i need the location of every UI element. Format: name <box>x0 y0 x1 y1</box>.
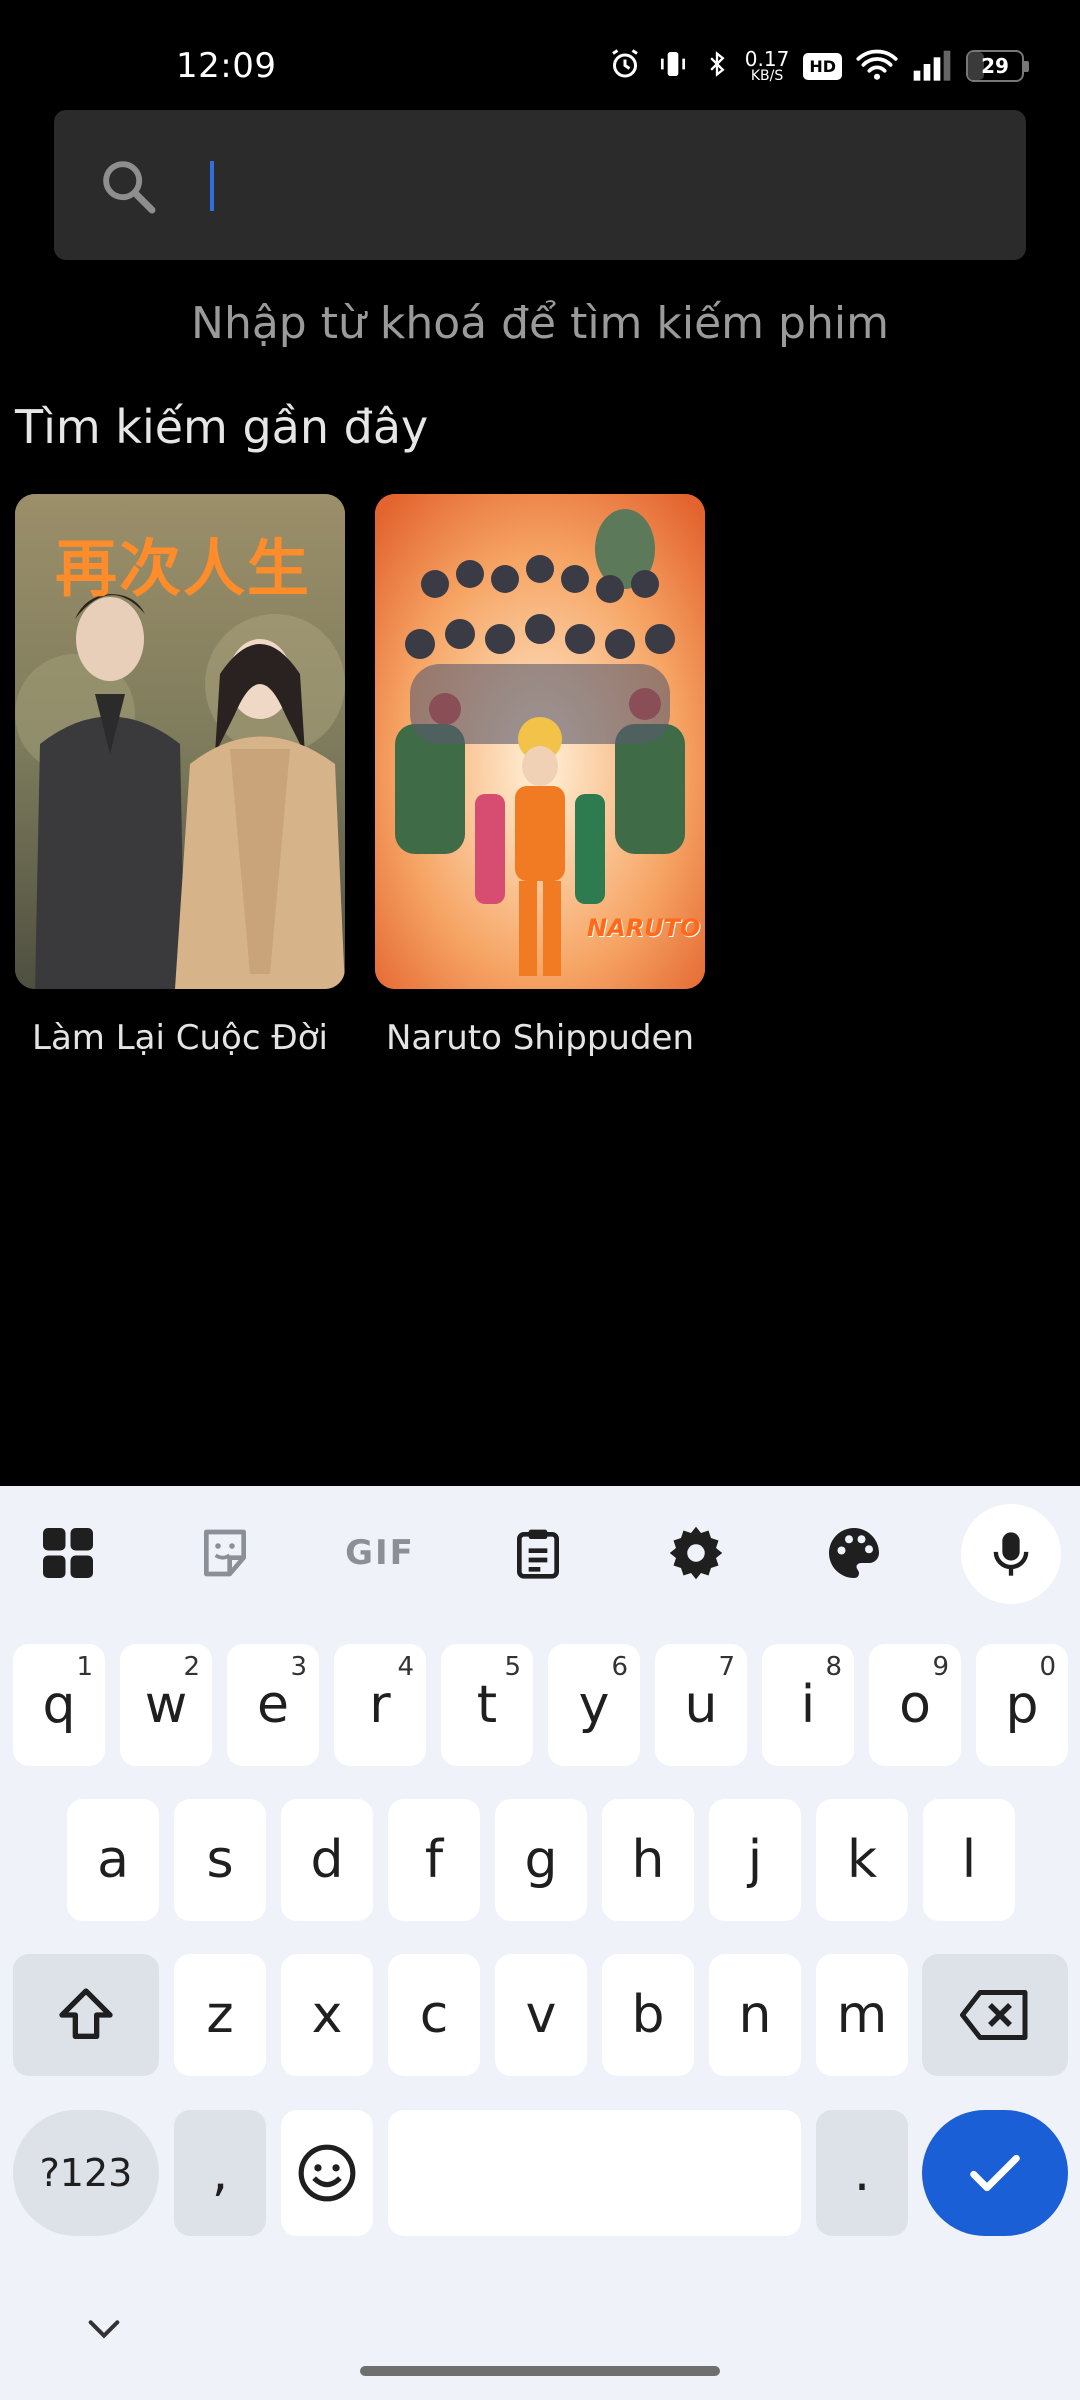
search-bar[interactable] <box>54 110 1026 260</box>
emoji-key[interactable] <box>281 2110 373 2236</box>
symbols-key[interactable]: ?123 <box>13 2110 159 2236</box>
key-z[interactable]: z <box>174 1954 266 2076</box>
recent-item-poster-2[interactable]: NARUTO <box>375 494 705 989</box>
key-label: o <box>899 1675 931 1735</box>
network-speed: 0.17 KB/S <box>745 49 790 83</box>
sticker-icon[interactable] <box>175 1503 275 1603</box>
battery-level: 29 <box>981 54 1009 78</box>
key-f[interactable]: f <box>388 1799 480 1921</box>
shift-arrow-icon <box>59 1988 113 2039</box>
period-key[interactable]: . <box>816 2110 908 2236</box>
status-icons: 0.17 KB/S HD 29 <box>607 42 1029 90</box>
key-label: w <box>144 1675 188 1735</box>
key-label: t <box>476 1675 498 1735</box>
key-label: u <box>684 1675 718 1735</box>
poster-title-text-1: 再次人生 <box>55 532 312 605</box>
poster-logo-text-2: NARUTO <box>587 914 701 942</box>
backspace-key[interactable] <box>922 1954 1068 2076</box>
text-cursor <box>210 161 214 211</box>
key-i[interactable]: i8 <box>762 1644 854 1766</box>
key-hint: 3 <box>290 1652 307 1682</box>
comma-key[interactable]: , <box>174 2110 266 2236</box>
key-k[interactable]: k <box>816 1799 908 1921</box>
search-input[interactable] <box>230 150 994 222</box>
recent-item-title-1[interactable]: Làm Lại Cuộc Đời <box>0 1018 360 1058</box>
bluetooth-icon <box>703 46 731 86</box>
key-label: r <box>369 1675 391 1735</box>
key-o[interactable]: o9 <box>869 1644 961 1766</box>
search-hint: Nhập từ khoá để tìm kiếm phim <box>191 298 889 349</box>
key-hint: 9 <box>932 1652 949 1682</box>
key-label: q <box>42 1675 76 1735</box>
palette-icon[interactable] <box>804 1503 904 1603</box>
key-hint: 6 <box>611 1652 628 1682</box>
home-indicator[interactable] <box>360 2366 720 2376</box>
clipboard-icon[interactable] <box>488 1503 588 1603</box>
done-key[interactable] <box>922 2110 1068 2236</box>
recent-item-title-2[interactable]: Naruto Shippuden <box>360 1018 720 1058</box>
key-p[interactable]: p0 <box>976 1644 1068 1766</box>
recent-searches-title: Tìm kiếm gần đây <box>15 400 429 454</box>
key-m[interactable]: m <box>816 1954 908 2076</box>
key-a[interactable]: a <box>67 1799 159 1921</box>
gif-button[interactable]: GIF <box>330 1503 430 1603</box>
recent-item-poster-1[interactable]: 再次人生 <box>15 494 345 989</box>
key-s[interactable]: s <box>174 1799 266 1921</box>
key-r[interactable]: r4 <box>334 1644 426 1766</box>
search-icon <box>96 154 160 222</box>
key-n[interactable]: n <box>709 1954 801 2076</box>
key-v[interactable]: v <box>495 1954 587 2076</box>
key-u[interactable]: u7 <box>655 1644 747 1766</box>
alarm-icon <box>607 46 643 86</box>
keyboard: GIF q1 w2 e3 r4 t5 y6 u7 i8 o9 p0 a s d … <box>0 1486 1080 2400</box>
wifi-icon <box>856 47 898 85</box>
key-label: y <box>578 1675 610 1735</box>
shift-key[interactable] <box>13 1954 159 2076</box>
settings-gear-icon[interactable] <box>646 1503 746 1603</box>
key-l[interactable]: l <box>923 1799 1015 1921</box>
key-label: e <box>257 1675 289 1735</box>
signal-icon <box>912 47 952 85</box>
key-label: p <box>1005 1675 1039 1735</box>
emoji-icon <box>298 2144 356 2202</box>
backspace-icon <box>960 1990 1028 2040</box>
key-x[interactable]: x <box>281 1954 373 2076</box>
key-t[interactable]: t5 <box>441 1644 533 1766</box>
key-y[interactable]: y6 <box>548 1644 640 1766</box>
key-h[interactable]: h <box>602 1799 694 1921</box>
net-speed-value: 0.17 <box>744 47 790 71</box>
key-hint: 7 <box>718 1652 735 1682</box>
microphone-icon[interactable] <box>961 1504 1061 1604</box>
key-w[interactable]: w2 <box>120 1644 212 1766</box>
vibrate-icon <box>657 46 689 86</box>
status-time: 12:09 <box>176 46 277 86</box>
key-hint: 1 <box>76 1652 93 1682</box>
key-e[interactable]: e3 <box>227 1644 319 1766</box>
space-key[interactable] <box>388 2110 801 2236</box>
key-q[interactable]: q1 <box>13 1644 105 1766</box>
key-hint: 0 <box>1039 1652 1056 1682</box>
apps-grid-icon[interactable] <box>18 1503 118 1603</box>
hd-badge: HD <box>803 52 842 80</box>
key-j[interactable]: j <box>709 1799 801 1921</box>
checkmark-icon <box>970 2154 1020 2192</box>
key-hint: 2 <box>183 1652 200 1682</box>
key-g[interactable]: g <box>495 1799 587 1921</box>
key-hint: 5 <box>504 1652 521 1682</box>
key-hint: 8 <box>825 1652 842 1682</box>
key-c[interactable]: c <box>388 1954 480 2076</box>
net-speed-unit: KB/S <box>750 68 784 84</box>
hide-keyboard-chevron-icon[interactable] <box>84 2314 124 2348</box>
battery-icon: 29 <box>966 50 1029 82</box>
key-hint: 4 <box>397 1652 414 1682</box>
key-b[interactable]: b <box>602 1954 694 2076</box>
key-d[interactable]: d <box>281 1799 373 1921</box>
key-label: i <box>800 1675 816 1735</box>
